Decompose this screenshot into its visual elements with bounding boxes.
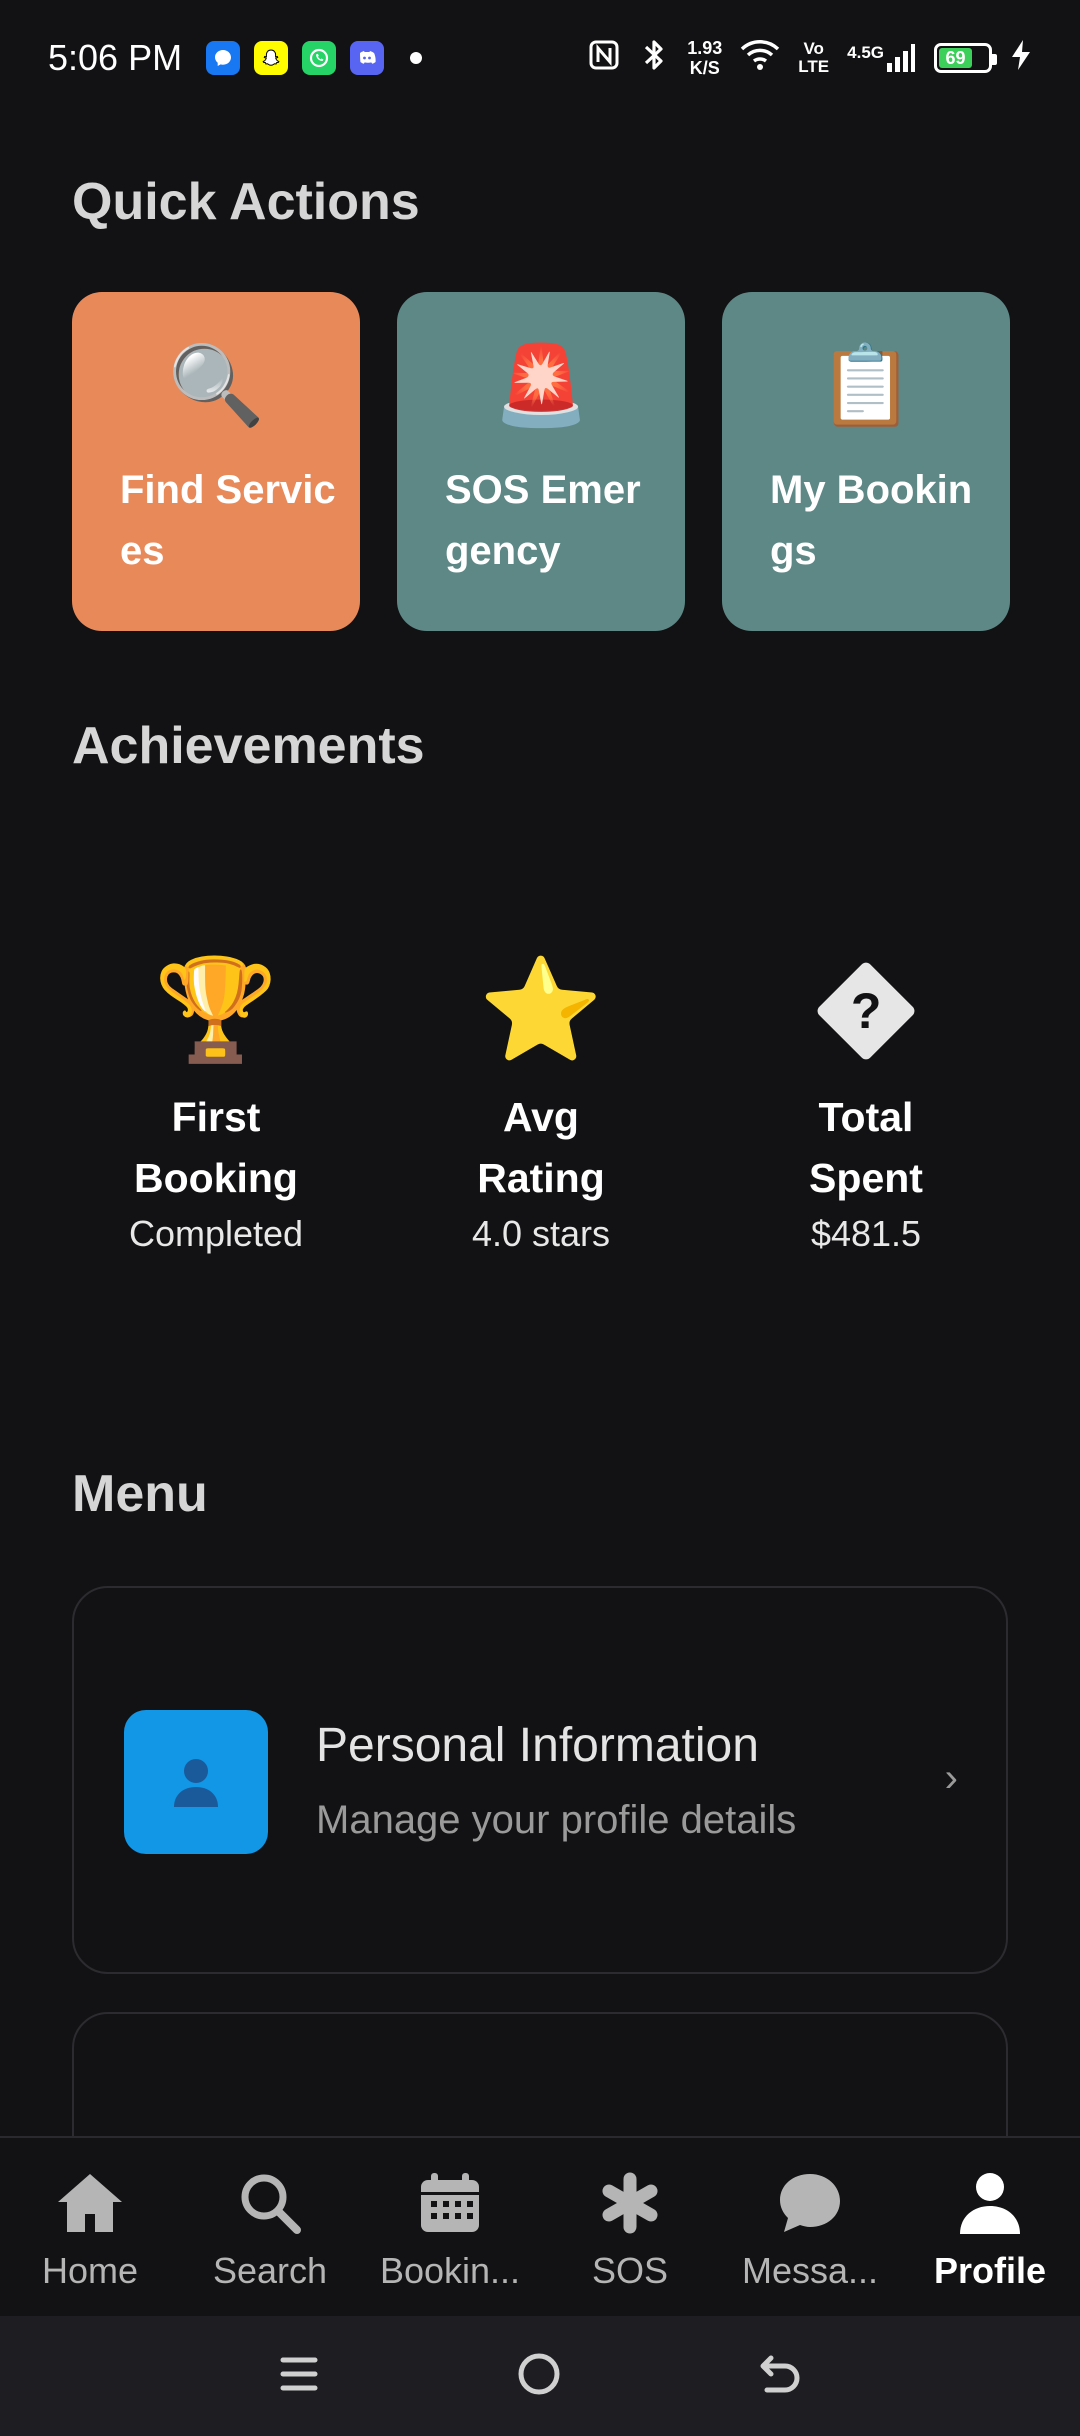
tab-home[interactable]: Home [0,2138,180,2316]
status-right: 1.93 K/S Vo LTE 4.5G 69 [587,37,1032,79]
profile-screen: 5:06 PM 1.93 K/S Vo LTE 4.5G 69 Quick Ac… [0,0,1080,2436]
battery-level: 69 [945,47,966,68]
network-speed-value: 1.93 [687,38,723,58]
sos-emergency-button[interactable]: 🚨 SOS Emergency [397,292,685,631]
siren-icon: 🚨 [492,341,590,429]
calendar-icon [413,2166,487,2240]
achievement-value: 4.0 stars [471,1213,611,1254]
back-button[interactable] [757,2352,803,2401]
person-icon [174,1759,218,1807]
tab-messages[interactable]: Messa... [720,2138,900,2316]
tab-sos[interactable]: SOS [540,2138,720,2316]
recent-apps-button[interactable] [277,2354,321,2399]
asterisk-icon [593,2166,667,2240]
tab-search[interactable]: Search [180,2138,360,2316]
volte-bottom: LTE [798,57,830,76]
discord-icon [350,41,385,75]
quick-actions-row: 🔍 Find Services 🚨 SOS Emergency 📋 My Boo… [72,292,1010,631]
bottom-tab-bar: Home Search Bookin... SOS Messa... Profi… [0,2136,1080,2316]
network-speed-unit: K/S [689,58,720,78]
menu-item-icon-box [124,1710,268,1854]
status-time: 5:06 PM [48,37,183,78]
find-services-label: Find Services [120,468,336,573]
achievement-avg-rating: ⭐ Avg Rating 4.0 stars [397,955,685,1259]
system-navigation-bar [0,2316,1080,2436]
achievement-total-spent: ? Total Spent $481.5 [722,955,1010,1259]
wifi-icon [740,38,780,78]
charging-icon [1010,39,1032,77]
trophy-icon: 🏆 [153,954,279,1066]
clipboard-icon: 📋 [817,341,915,429]
achievement-title: Total Spent [809,1094,923,1201]
notification-dot [410,52,423,64]
my-bookings-label: My Bookings [770,468,973,573]
sos-emergency-label: SOS Emergency [445,468,641,573]
search-icon [233,2166,307,2240]
star-icon: ⭐ [478,954,604,1066]
network-type: 4.5G [847,43,884,62]
home-button[interactable] [516,2351,562,2402]
nfc-icon [587,38,621,78]
achievement-title: First Booking [134,1094,298,1201]
my-bookings-button[interactable]: 📋 My Bookings [722,292,1010,631]
person-icon [953,2166,1027,2240]
battery-fill: 69 [939,47,973,68]
tab-profile[interactable]: Profile [900,2138,1080,2316]
achievement-value: Completed [128,1213,304,1254]
home-icon [53,2166,127,2240]
tab-label: Profile [933,2250,1047,2291]
tab-label: Home [41,2250,139,2291]
signal-bars-icon [887,44,915,72]
menu-title: Menu [72,1465,208,1523]
status-bar: 5:06 PM 1.93 K/S Vo LTE 4.5G 69 [0,0,1080,116]
tab-label: Messa... [741,2250,879,2291]
messenger-icon [206,41,241,75]
menu-item-title: Personal Information [316,1719,759,1772]
back-arrow-icon [760,2355,800,2392]
question-mark: ? [850,982,882,1039]
whatsapp-icon [302,41,337,75]
magnifier-icon: 🔍 [167,341,265,429]
volte-top: Vo [803,39,824,58]
battery-icon: 69 [934,43,997,73]
menu-lines-icon [280,2357,318,2390]
tab-label: Search [212,2250,328,2291]
menu-item-personal-information[interactable]: Personal Information Manage your profile… [72,1586,1008,1974]
chat-icon [773,2166,847,2240]
tab-bookings[interactable]: Bookin... [360,2138,540,2316]
snapchat-icon [254,41,289,75]
achievement-title: Avg Rating [477,1094,605,1201]
quick-actions-title: Quick Actions [72,173,420,231]
bluetooth-icon [639,37,669,79]
volte-indicator: Vo LTE [798,40,829,76]
cell-signal: 4.5G [847,43,916,73]
tab-label: SOS [591,2250,669,2291]
menu-item-subtitle: Manage your profile details [316,1798,797,1842]
find-services-button[interactable]: 🔍 Find Services [72,292,360,631]
status-left: 5:06 PM [48,37,423,79]
achievement-first-booking: 🏆 First Booking Completed [72,955,360,1259]
achievements-title: Achievements [72,717,425,775]
circle-home-icon [518,2353,560,2394]
achievement-value: $481.5 [810,1213,922,1254]
tab-label: Bookin... [379,2250,521,2291]
network-speed: 1.93 K/S [687,38,722,78]
achievements-row: 🏆 First Booking Completed ⭐ Avg Rating 4… [72,955,1047,1259]
question-diamond-icon: ? [815,960,917,1062]
chevron-right-icon: › [944,1756,958,1800]
